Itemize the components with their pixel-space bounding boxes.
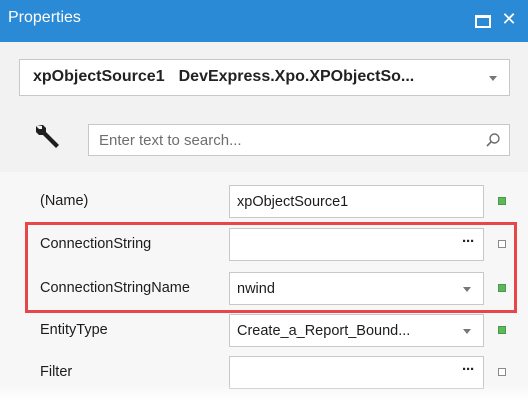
search-input[interactable] — [89, 125, 469, 155]
object-type: DevExpress.Xpo.XPObjectSo... — [178, 68, 415, 85]
ellipsis-button[interactable]: ··· — [462, 233, 475, 250]
property-value: xpObjectSource1 — [237, 194, 349, 210]
panel-title: Properties — [8, 9, 81, 26]
property-label: (Name) — [40, 193, 89, 209]
property-grid: (Name) xpObjectSource1 ConnectionString … — [0, 172, 528, 401]
property-label: Filter — [40, 364, 73, 380]
property-row-connectionstringname: ConnectionStringName nwind — [0, 268, 528, 308]
object-name-text: xpObjectSource1 — [33, 68, 165, 85]
modified-marker-icon[interactable] — [498, 284, 506, 292]
property-editor-entitytype[interactable]: Create_a_Report_Bound... — [229, 314, 484, 347]
property-editor-connectionstring[interactable]: ··· — [229, 228, 484, 261]
search-box — [88, 124, 510, 156]
property-editor-name[interactable]: xpObjectSource1 — [229, 185, 484, 218]
object-selector[interactable]: xpObjectSource1 DevExpress.Xpo.XPObjectSo… — [19, 59, 510, 96]
default-marker-icon[interactable] — [498, 368, 506, 376]
bottom-fade — [0, 385, 528, 401]
title-bar: Properties ✕ — [0, 0, 528, 42]
modified-marker-icon[interactable] — [498, 326, 506, 334]
property-label: EntityType — [40, 322, 108, 338]
ellipsis-button[interactable]: ··· — [462, 361, 475, 378]
chevron-down-icon[interactable] — [489, 76, 497, 81]
maximize-icon[interactable] — [469, 6, 495, 34]
property-editor-connectionstringname[interactable]: nwind — [229, 272, 484, 305]
property-value: Create_a_Report_Bound... — [237, 323, 411, 339]
chevron-down-icon[interactable] — [463, 287, 471, 292]
search-icon[interactable] — [485, 132, 501, 148]
property-row-name: (Name) xpObjectSource1 — [0, 181, 528, 221]
close-icon[interactable]: ✕ — [496, 6, 522, 34]
property-row-entitytype: EntityType Create_a_Report_Bound... — [0, 310, 528, 350]
property-label: ConnectionStringName — [40, 280, 190, 296]
object-name: xpObjectSource1 DevExpress.Xpo.XPObjectSo… — [33, 68, 414, 86]
default-marker-icon[interactable] — [498, 240, 506, 248]
property-row-connectionstring: ConnectionString ··· — [0, 224, 528, 264]
wrench-icon — [36, 125, 59, 148]
modified-marker-icon[interactable] — [498, 197, 506, 205]
property-value: nwind — [237, 281, 275, 297]
chevron-down-icon[interactable] — [463, 329, 471, 334]
property-label: ConnectionString — [40, 236, 152, 252]
properties-panel: Properties ✕ xpObjectSource1 DevExpress.X… — [0, 0, 528, 401]
